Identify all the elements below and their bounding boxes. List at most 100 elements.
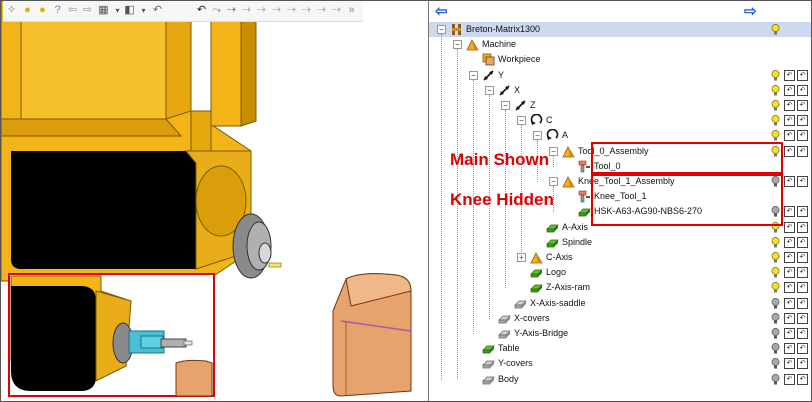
reset-position-icon[interactable]: ↶ [784, 146, 795, 157]
reset-rotation-icon[interactable]: ↶ [797, 130, 808, 141]
undo-icon[interactable]: ↶ [195, 4, 208, 17]
reset-rotation-icon[interactable]: ↶ [797, 146, 808, 157]
reset-position-icon[interactable]: ↶ [784, 267, 795, 278]
reset-position-icon[interactable]: ↶ [784, 252, 795, 263]
reset-position-icon[interactable]: ↶ [784, 100, 795, 111]
tree-row[interactable]: − A ↶ ↶ [429, 128, 811, 143]
visibility-on-icon[interactable] [771, 252, 780, 263]
reset-position-icon[interactable]: ↶ [784, 328, 795, 339]
bulb-icon[interactable]: ● [36, 4, 49, 17]
visibility-on-icon[interactable] [771, 267, 780, 278]
collapse-icon[interactable]: − [437, 25, 446, 34]
tree-row[interactable]: Y-Axis-Bridge ↶ ↶ [429, 326, 811, 341]
reset-rotation-icon[interactable]: ↶ [797, 374, 808, 385]
reset-position-icon[interactable]: ↶ [784, 222, 795, 233]
reset-rotation-icon[interactable]: ↶ [797, 343, 808, 354]
collapse-icon[interactable]: − [533, 131, 542, 140]
visibility-off-icon[interactable] [771, 358, 780, 369]
path-icon[interactable]: ⇢ [255, 4, 268, 17]
machine-3d-scene[interactable] [1, 1, 428, 401]
collapse-icon[interactable]: − [501, 101, 510, 110]
reset-position-icon[interactable]: ↶ [784, 206, 795, 217]
reset-position-icon[interactable]: ↶ [784, 115, 795, 126]
tree-row[interactable]: X-Axis-saddle ↶ ↶ [429, 296, 811, 311]
tree-row[interactable]: − C ↶ ↶ [429, 113, 811, 128]
reset-position-icon[interactable]: ↶ [784, 374, 795, 385]
reset-position-icon[interactable]: ↶ [784, 343, 795, 354]
path-icon[interactable]: ⤳ [210, 4, 223, 17]
tree-row[interactable]: Y-covers ↶ ↶ [429, 356, 811, 371]
reset-rotation-icon[interactable]: ↶ [797, 100, 808, 111]
reset-rotation-icon[interactable]: ↶ [797, 206, 808, 217]
tree-row[interactable]: + C-Axis ↶ ↶ [429, 250, 811, 265]
visibility-on-icon[interactable] [771, 70, 780, 81]
bulb-question-icon[interactable]: ? [51, 4, 64, 17]
reset-rotation-icon[interactable]: ↶ [797, 222, 808, 233]
reset-rotation-icon[interactable]: ↶ [797, 70, 808, 81]
collapse-icon[interactable]: − [485, 86, 494, 95]
path-icon[interactable]: ⇢ [225, 4, 238, 17]
path-icon[interactable]: ⇢ [330, 4, 343, 17]
tree-row[interactable]: Z-Axis-ram ↶ ↶ [429, 280, 811, 295]
visibility-off-icon[interactable] [771, 374, 780, 385]
reset-rotation-icon[interactable]: ↶ [797, 85, 808, 96]
bulb-icon[interactable]: ● [21, 4, 34, 17]
reset-position-icon[interactable]: ↶ [784, 237, 795, 248]
tree-row[interactable]: Spindle ↶ ↶ [429, 235, 811, 250]
reset-position-icon[interactable]: ↶ [784, 313, 795, 324]
tree-row[interactable]: − Z ↶ ↶ [429, 98, 811, 113]
arrow-right-icon[interactable]: ⇨ [81, 4, 94, 17]
tree-row[interactable]: − Breton-Matrix1300 [429, 22, 811, 37]
path-icon[interactable]: ⇢ [240, 4, 253, 17]
more-icon[interactable]: » [345, 4, 358, 17]
reset-rotation-icon[interactable]: ↶ [797, 298, 808, 309]
reset-rotation-icon[interactable]: ↶ [797, 282, 808, 293]
visibility-off-icon[interactable] [771, 313, 780, 324]
tree-row[interactable]: − X ↶ ↶ [429, 83, 811, 98]
undo-icon[interactable]: ↶ [151, 4, 164, 17]
dropdown-arrow-icon[interactable]: ▾ [137, 4, 150, 17]
collapse-icon[interactable]: − [549, 147, 558, 156]
collapse-icon[interactable]: − [469, 71, 478, 80]
reset-position-icon[interactable]: ↶ [784, 85, 795, 96]
tree-row[interactable]: Logo ↶ ↶ [429, 265, 811, 280]
reset-rotation-icon[interactable]: ↶ [797, 328, 808, 339]
path-icon[interactable]: ⇢ [300, 4, 313, 17]
visibility-on-icon[interactable] [771, 282, 780, 293]
arrow-left-icon[interactable]: ⇦ [66, 4, 79, 17]
reset-position-icon[interactable]: ↶ [784, 298, 795, 309]
visibility-on-icon[interactable] [771, 85, 780, 96]
visibility-on-icon[interactable] [771, 237, 780, 248]
reset-position-icon[interactable]: ↶ [784, 176, 795, 187]
reset-rotation-icon[interactable]: ↶ [797, 237, 808, 248]
forward-arrow-icon[interactable]: ⇨ [744, 4, 757, 20]
tree-row[interactable]: − Y ↶ ↶ [429, 68, 811, 83]
tree-row[interactable]: Body ↶ ↶ [429, 372, 811, 387]
reset-rotation-icon[interactable]: ↶ [797, 252, 808, 263]
tree-row[interactable]: Table ↶ ↶ [429, 341, 811, 356]
3d-viewport[interactable]: ✧ ● ● ? ⇦ ⇨ ▦ ▾ ◧ ▾ ↶ ↶ ⤳ ⇢ ⇢ ⇢ ⇢ ⇢ ⇢ ⇢ … [1, 1, 428, 401]
visibility-on-icon[interactable] [771, 24, 780, 35]
tree-row[interactable]: − Machine [429, 37, 811, 52]
camera-icon[interactable]: ✧ [5, 4, 18, 17]
select-cube-icon[interactable]: ◧ [123, 4, 136, 17]
tree-row[interactable]: X-covers ↶ ↶ [429, 311, 811, 326]
visibility-on-icon[interactable] [771, 130, 780, 141]
reset-rotation-icon[interactable]: ↶ [797, 176, 808, 187]
reset-position-icon[interactable]: ↶ [784, 282, 795, 293]
visibility-on-icon[interactable] [771, 100, 780, 111]
reset-position-icon[interactable]: ↶ [784, 130, 795, 141]
reset-position-icon[interactable]: ↶ [784, 70, 795, 81]
back-arrow-icon[interactable]: ⇦ [435, 4, 448, 20]
path-icon[interactable]: ⇢ [285, 4, 298, 17]
path-icon[interactable]: ⇢ [315, 4, 328, 17]
reset-rotation-icon[interactable]: ↶ [797, 267, 808, 278]
visibility-off-icon[interactable] [771, 328, 780, 339]
collapse-icon[interactable]: − [517, 116, 526, 125]
visibility-off-icon[interactable] [771, 298, 780, 309]
path-icon[interactable]: ⇢ [270, 4, 283, 17]
collapse-icon[interactable]: − [549, 177, 558, 186]
visibility-on-icon[interactable] [771, 115, 780, 126]
tree-row[interactable]: Workpiece [429, 52, 811, 67]
visibility-off-icon[interactable] [771, 343, 780, 354]
